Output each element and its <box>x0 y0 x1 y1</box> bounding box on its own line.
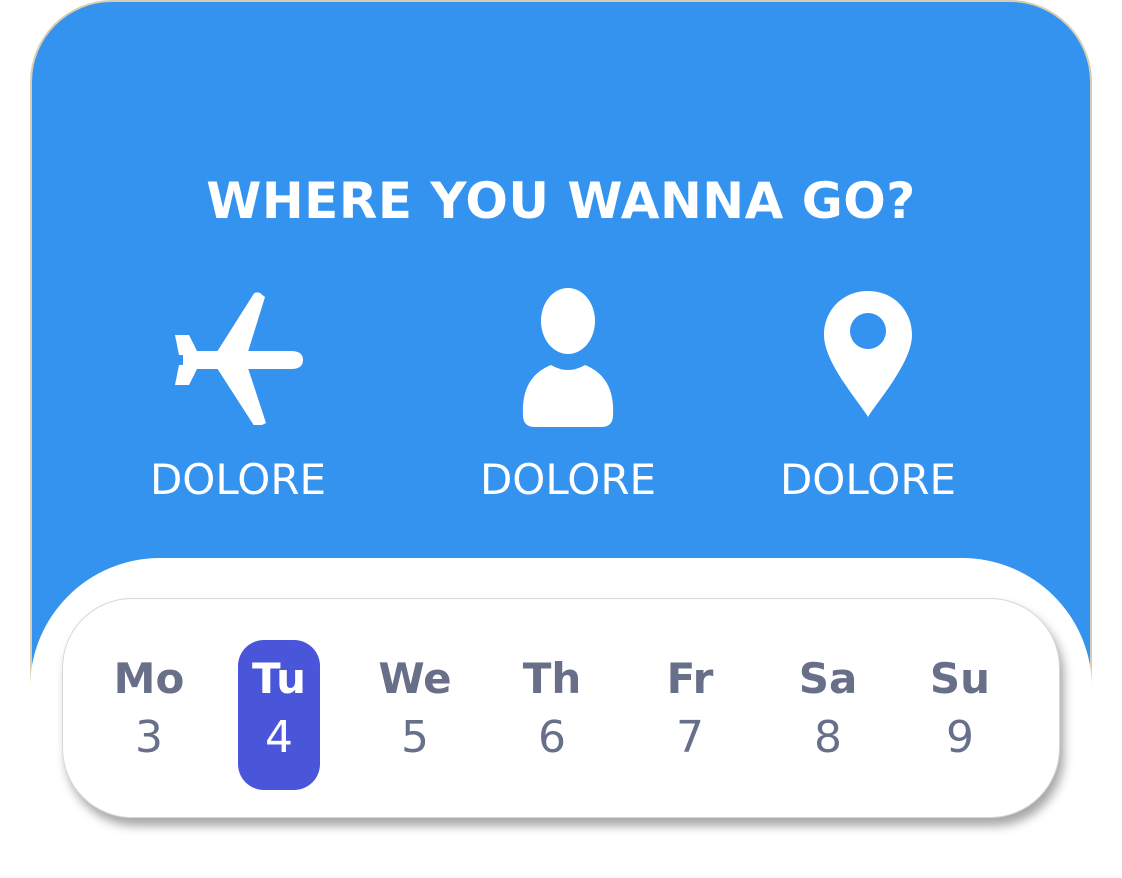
day-name: Su <box>929 654 991 703</box>
option-destination[interactable]: DOLORE <box>738 285 998 515</box>
day-number: 6 <box>538 712 566 763</box>
day-number: 5 <box>401 712 429 763</box>
day-sa[interactable]: Sa 8 <box>778 640 878 790</box>
day-number: 4 <box>265 712 293 763</box>
day-name: Mo <box>113 654 185 703</box>
day-fr[interactable]: Fr 7 <box>640 640 740 790</box>
location-pin-icon <box>738 285 998 435</box>
day-name: Tu <box>252 654 306 703</box>
person-icon <box>438 285 698 435</box>
day-number: 8 <box>814 712 842 763</box>
day-tu-selected[interactable]: Tu 4 <box>229 640 329 790</box>
day-th[interactable]: Th 6 <box>502 640 602 790</box>
day-mo[interactable]: Mo 3 <box>99 640 199 790</box>
page-title: WHERE YOU WANNA GO? <box>206 172 916 230</box>
day-number: 9 <box>946 712 974 763</box>
day-number: 7 <box>676 712 704 763</box>
option-label: DOLORE <box>779 455 957 504</box>
day-name: Th <box>522 654 582 703</box>
day-name: Sa <box>798 654 858 703</box>
option-label: DOLORE <box>479 455 657 504</box>
day-number: 3 <box>135 712 163 763</box>
airplane-icon <box>108 285 368 435</box>
day-name: Fr <box>666 654 714 703</box>
day-we[interactable]: We 5 <box>365 640 465 790</box>
option-flight[interactable]: DOLORE <box>108 285 368 515</box>
day-su[interactable]: Su 9 <box>910 640 1010 790</box>
day-name: We <box>378 654 452 703</box>
option-label: DOLORE <box>149 455 327 504</box>
option-passenger[interactable]: DOLORE <box>438 285 698 515</box>
